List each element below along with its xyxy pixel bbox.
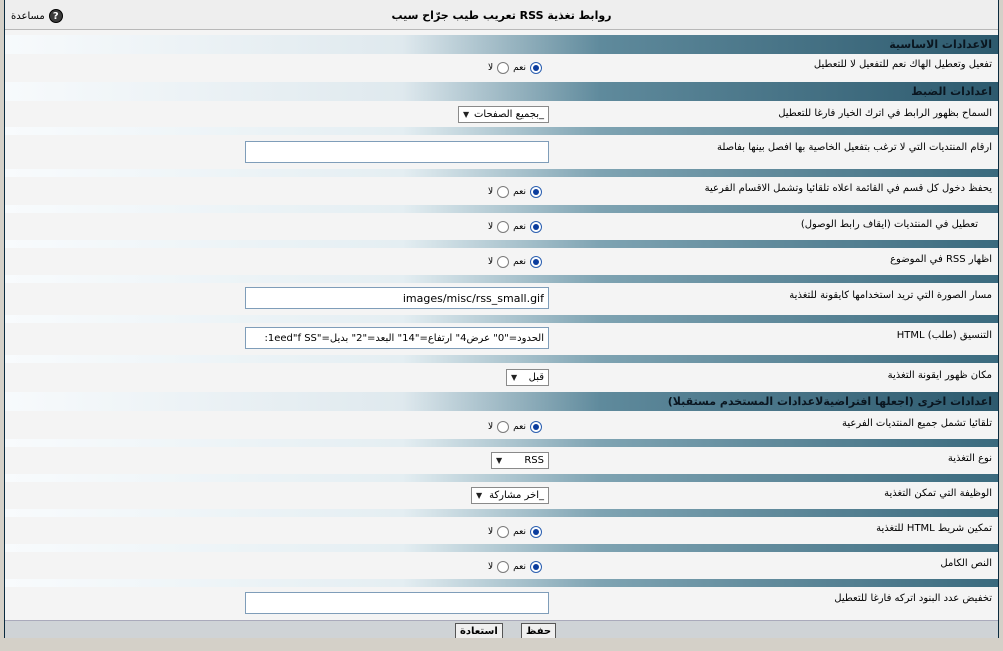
radio-no[interactable]	[497, 526, 510, 538]
radio-no-text: لا	[488, 63, 494, 73]
radio-yes[interactable]	[529, 526, 542, 538]
radio-no[interactable]	[497, 221, 510, 233]
html-format-input[interactable]	[245, 327, 549, 349]
allow-link-select[interactable]: _بجميع الصفحات ▼	[458, 106, 549, 123]
feed-type-label: نوع التغذية	[947, 453, 992, 464]
enable-hack-radios: لا نعم	[488, 62, 542, 74]
icon-position-select[interactable]: قبل ▼	[506, 369, 549, 386]
radio-no-text: لا	[488, 187, 494, 197]
radio-yes-text: نعم	[513, 222, 526, 232]
separator	[5, 509, 998, 517]
radio-yes[interactable]	[529, 421, 542, 433]
radio-yes[interactable]	[529, 186, 542, 198]
radio-yes[interactable]	[529, 561, 542, 573]
show-in-thread-radios: لا نعم	[488, 256, 542, 268]
auto-include-label: يحفظ دخول كل قسم في القائمة اعلاه تلقائي…	[704, 183, 992, 194]
section-header-other: اعدادات اخرى (اجعلها افتراضيةلاعدادات ال…	[5, 392, 998, 411]
html-bar-label: تمكين شريط HTML للتغذية	[876, 523, 992, 534]
radio-no[interactable]	[497, 62, 510, 74]
radio-yes-text: نعم	[513, 422, 526, 432]
radio-yes[interactable]	[529, 256, 542, 268]
radio-yes[interactable]	[529, 62, 542, 74]
separator	[5, 127, 998, 135]
separator	[5, 315, 998, 323]
icon-position-selected: قبل	[528, 372, 544, 383]
radio-yes-text: نعم	[513, 257, 526, 267]
chevron-down-icon: ▼	[476, 491, 483, 500]
radio-no[interactable]	[497, 561, 510, 573]
radio-no-text: لا	[488, 527, 494, 537]
html-format-label: التنسيق (طلب) HTML	[896, 330, 992, 341]
separator	[5, 355, 998, 363]
section-header-control: اعدادات الضبط	[5, 82, 998, 101]
radio-no-text: لا	[488, 422, 494, 432]
page-title: روابط تغذية RSS تعريب طيب جرّاح سيب	[391, 9, 612, 22]
chevron-down-icon: ▼	[496, 456, 503, 465]
radio-yes-text: نعم	[513, 527, 526, 537]
radio-no[interactable]	[497, 186, 510, 198]
radio-no-text: لا	[488, 562, 494, 572]
chevron-down-icon: ▼	[463, 110, 470, 119]
feed-function-selected: _اخر مشاركة	[489, 490, 544, 501]
feed-function-select[interactable]: _اخر مشاركة ▼	[471, 487, 549, 504]
disable-forums-radios: لا نعم	[488, 221, 542, 233]
separator	[5, 544, 998, 552]
forum-ids-input[interactable]	[245, 141, 549, 163]
feed-type-selected: RSS	[524, 455, 544, 466]
radio-yes-text: نعم	[513, 63, 526, 73]
separator	[5, 474, 998, 482]
separator	[5, 275, 998, 283]
full-text-label: النص الكامل	[940, 558, 992, 569]
icon-position-label: مكان ظهور ايقونة التغذية	[887, 370, 992, 381]
radio-no-text: لا	[488, 257, 494, 267]
radio-no[interactable]	[497, 256, 510, 268]
radio-no[interactable]	[497, 421, 510, 433]
allow-link-selected: _بجميع الصفحات	[473, 109, 544, 120]
section-header-basic: الاعدادات الاساسية	[5, 35, 998, 54]
include-sub-radios: لا نعم	[488, 421, 542, 433]
title-bar: ? مساعدة روابط تغذية RSS تعريب طيب جرّاح…	[5, 0, 998, 30]
auto-include-radios: لا نعم	[488, 186, 542, 198]
allow-link-label: السماح بظهور الرابط في اترك الخيار فارغا…	[778, 108, 992, 119]
settings-window: ? مساعدة روابط تغذية RSS تعريب طيب جرّاح…	[4, 0, 999, 651]
full-text-radios: لا نعم	[488, 561, 542, 573]
radio-no-text: لا	[488, 222, 494, 232]
feed-type-select[interactable]: RSS ▼	[491, 452, 549, 469]
show-in-thread-label: اظهار RSS في الموضوع	[890, 254, 992, 265]
disable-forums-label: تعطيل في المنتديات (ايقاف رابط الوصول)	[800, 219, 978, 230]
separator	[5, 169, 998, 177]
include-sub-label: تلقائيا تشمل جميع المنتديات الفرعية	[841, 418, 992, 429]
feed-function-label: الوظيفة التي تمكن التغذية	[884, 488, 992, 499]
image-path-label: مسار الصورة التي تريد استخدامها كايقونة …	[789, 290, 992, 301]
reduce-items-input[interactable]	[245, 592, 549, 614]
radio-yes[interactable]	[529, 221, 542, 233]
html-bar-radios: لا نعم	[488, 526, 542, 538]
separator	[5, 579, 998, 587]
separator	[5, 240, 998, 248]
separator	[5, 205, 998, 213]
forum-ids-label: ارقام المنتديات التي لا ترغب بتفعيل الخا…	[716, 142, 992, 153]
radio-yes-text: نعم	[513, 187, 526, 197]
window-bottom-strip	[0, 638, 1003, 651]
radio-yes-text: نعم	[513, 562, 526, 572]
image-path-input[interactable]	[245, 287, 549, 309]
chevron-down-icon: ▼	[511, 373, 518, 382]
enable-hack-label: تفعيل وتعطيل الهاك نعم للتفعيل لا للتعطي…	[813, 59, 992, 70]
reduce-items-label: تخفيض عدد البنود اتركه فارغا للتعطيل	[834, 593, 992, 604]
separator	[5, 439, 998, 447]
